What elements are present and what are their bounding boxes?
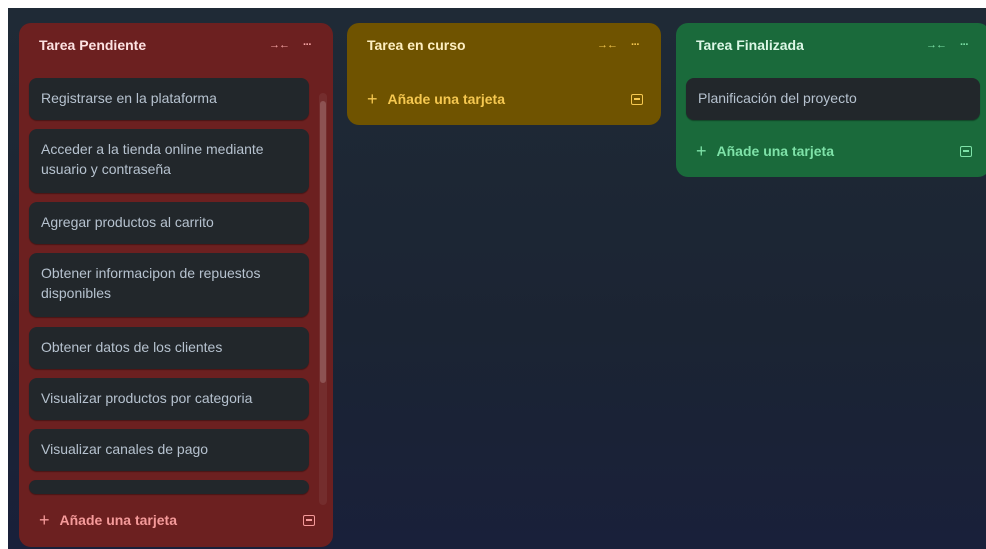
more-horizontal-icon[interactable]: ···: [623, 33, 647, 57]
card-title: Planificación del proyecto: [698, 90, 857, 106]
card[interactable]: Planificación del proyecto: [686, 78, 980, 120]
add-card-button[interactable]: + Añade una tarjeta: [29, 504, 321, 536]
card-title: Registrarse en la plataforma: [41, 90, 217, 106]
plus-icon: +: [39, 509, 50, 530]
list-scrollbar[interactable]: [319, 93, 327, 505]
list-tarea-pendiente: Tarea Pendiente →← ··· Registrarse en la…: [19, 23, 333, 547]
card[interactable]: Obtener datos de los clientes: [29, 327, 309, 369]
add-card-label: Añade una tarjeta: [716, 143, 834, 159]
list-tarea-finalizada: Tarea Finalizada →← ··· Planificación de…: [676, 23, 986, 177]
card-title: Visualizar canales de pago: [41, 441, 209, 457]
card-title: Visualizar productos por categoria: [41, 390, 253, 406]
card-template-icon[interactable]: [631, 93, 643, 105]
card[interactable]: Visualizar canales de pago: [29, 429, 309, 471]
card-title: Agregar productos al carrito: [41, 214, 214, 230]
plus-icon: +: [696, 140, 707, 161]
card-title: Obtener datos de los clientes: [41, 339, 223, 355]
card[interactable]: Visualizar productos por categoria: [29, 378, 309, 420]
card[interactable]: Registrarse en la plataforma: [29, 78, 309, 120]
scrollbar-thumb[interactable]: [320, 101, 326, 383]
list-header: Tarea Pendiente →← ···: [19, 23, 333, 67]
collapse-arrows-icon[interactable]: →←: [595, 33, 619, 57]
collapse-arrows-icon[interactable]: →←: [267, 33, 291, 57]
card[interactable]: Agregar productos al carrito: [29, 202, 309, 244]
list-header: Tarea Finalizada →← ···: [676, 23, 986, 67]
more-horizontal-icon[interactable]: ···: [295, 33, 319, 57]
card[interactable]: Acceder a la tienda online mediante usua…: [29, 129, 309, 193]
card[interactable]: Obtener informacipon de repuestos dispon…: [29, 253, 309, 317]
list-title[interactable]: Tarea Finalizada: [696, 37, 920, 53]
list-title[interactable]: Tarea Pendiente: [39, 37, 263, 53]
card-title: Obtener informacipon de repuestos dispon…: [41, 265, 261, 301]
list-title[interactable]: Tarea en curso: [367, 37, 591, 53]
card-template-icon[interactable]: [960, 145, 972, 157]
card-partial[interactable]: [29, 480, 309, 494]
add-card-button[interactable]: + Añade una tarjeta: [357, 83, 649, 115]
add-card-label: Añade una tarjeta: [387, 91, 505, 107]
board-canvas: Tarea Pendiente →← ··· Registrarse en la…: [8, 8, 986, 549]
more-horizontal-icon[interactable]: ···: [952, 33, 976, 57]
card-title: Acceder a la tienda online mediante usua…: [41, 141, 264, 177]
plus-icon: +: [367, 88, 378, 109]
add-card-label: Añade una tarjeta: [59, 512, 177, 528]
card-template-icon[interactable]: [303, 514, 315, 526]
list-header: Tarea en curso →← ···: [347, 23, 661, 67]
add-card-button[interactable]: + Añade una tarjeta: [686, 135, 978, 167]
collapse-arrows-icon[interactable]: →←: [924, 33, 948, 57]
list-tarea-en-curso: Tarea en curso →← ··· + Añade una tarjet…: [347, 23, 661, 125]
